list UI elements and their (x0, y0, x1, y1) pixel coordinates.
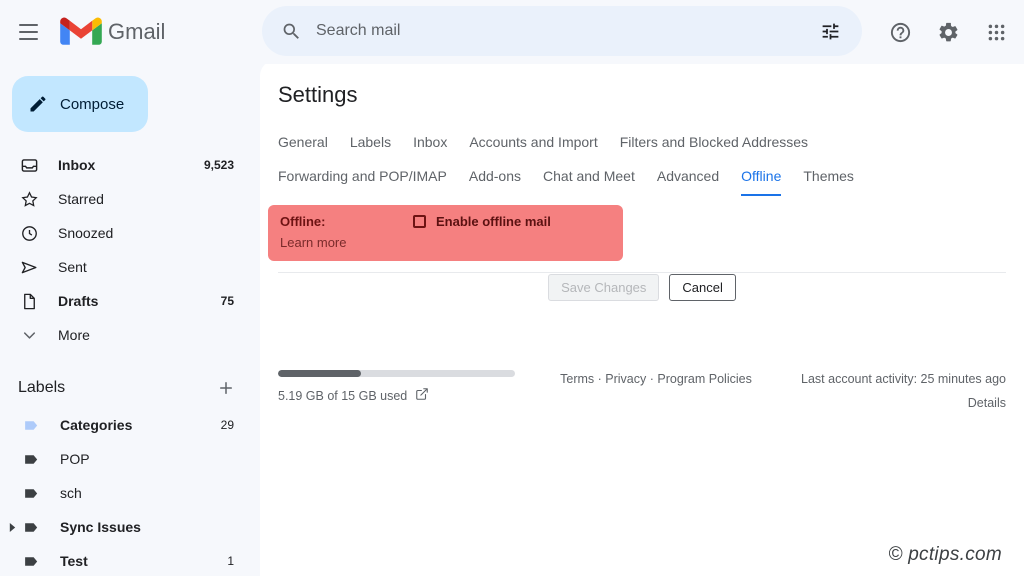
clock-icon (18, 224, 40, 243)
sidebar-label-text: Test (60, 553, 227, 569)
star-icon (18, 190, 40, 209)
gmail-settings-page: Gmail (0, 0, 1024, 576)
sidebar-label-categories[interactable]: Categories 29 (0, 408, 250, 442)
pencil-icon (28, 94, 48, 114)
label-tag-icon (20, 417, 42, 434)
top-bar: Gmail (0, 0, 1024, 64)
sidebar-label-count: 29 (221, 418, 234, 432)
tab-forwarding-and-pop-imap[interactable]: Forwarding and POP/IMAP (278, 160, 447, 196)
label-tag-icon (20, 553, 42, 570)
label-tag-icon (20, 485, 42, 502)
sidebar-label-sync-issues[interactable]: Sync Issues (0, 510, 250, 544)
footer: 5.19 GB of 15 GB used Terms · Privacy · … (260, 370, 1024, 410)
brand-name: Gmail (108, 19, 165, 45)
storage-bar-track (278, 370, 515, 377)
labels-list: Categories 29 POP sch (0, 408, 260, 576)
offline-label-group: Offline: Learn more (268, 213, 413, 250)
help-icon[interactable] (878, 10, 922, 54)
sidebar-label-text: sch (60, 485, 234, 501)
learn-more-link[interactable]: Learn more (280, 235, 413, 250)
settings-panel: Settings General Labels Inbox Accounts a… (260, 60, 1024, 576)
tab-labels[interactable]: Labels (350, 126, 391, 160)
chevron-right-icon[interactable] (6, 523, 18, 532)
section-divider (278, 272, 1006, 273)
tab-chat-and-meet[interactable]: Chat and Meet (543, 160, 635, 196)
save-changes-button[interactable]: Save Changes (548, 274, 659, 301)
enable-offline-label: Enable offline mail (436, 214, 551, 229)
compose-label: Compose (60, 96, 124, 113)
gmail-logo-icon (60, 16, 102, 48)
last-activity-text: Last account activity: 25 minutes ago (801, 372, 1006, 386)
sidebar-item-count: 75 (221, 294, 234, 308)
enable-offline-checkbox[interactable] (413, 215, 426, 228)
sidebar-item-sent[interactable]: Sent (0, 250, 250, 284)
offline-label: Offline: (280, 214, 326, 229)
sidebar-nav: Inbox 9,523 Starred Snoozed (0, 148, 260, 352)
page-title: Settings (278, 82, 1024, 108)
top-actions (878, 0, 1018, 64)
footer-links[interactable]: Terms · Privacy · Program Policies (536, 370, 776, 386)
sidebar-item-label: Snoozed (58, 225, 234, 241)
sidebar-label-count: 1 (227, 554, 234, 568)
compose-button[interactable]: Compose (12, 76, 148, 132)
storage-group: 5.19 GB of 15 GB used (278, 370, 536, 404)
send-icon (18, 258, 40, 277)
tab-add-ons[interactable]: Add-ons (469, 160, 521, 196)
label-tag-icon (20, 451, 42, 468)
sidebar-item-snoozed[interactable]: Snoozed (0, 216, 250, 250)
details-link[interactable]: Details (776, 396, 1006, 410)
sidebar-item-count: 9,523 (204, 158, 234, 172)
storage-text-group: 5.19 GB of 15 GB used (278, 387, 536, 404)
tune-icon[interactable] (812, 13, 848, 49)
sidebar-item-label: Drafts (58, 293, 221, 309)
tab-offline[interactable]: Offline (741, 160, 781, 196)
storage-used-text: 5.19 GB of 15 GB used (278, 389, 407, 403)
sidebar-item-label: Inbox (58, 157, 204, 173)
tab-themes[interactable]: Themes (803, 160, 854, 196)
tab-inbox[interactable]: Inbox (413, 126, 447, 160)
gmail-brand[interactable]: Gmail (60, 16, 165, 48)
storage-bar-fill (278, 370, 361, 377)
hamburger-icon[interactable] (8, 12, 48, 52)
tab-general[interactable]: General (278, 126, 328, 160)
sidebar-label-text: Sync Issues (60, 519, 234, 535)
sidebar-item-drafts[interactable]: Drafts 75 (0, 284, 250, 318)
gear-icon[interactable] (926, 10, 970, 54)
cancel-button[interactable]: Cancel (669, 274, 735, 301)
watermark: © pctips.com (888, 544, 1002, 566)
search-input[interactable] (310, 22, 812, 40)
sidebar-label-text: POP (60, 451, 234, 467)
sidebar-item-inbox[interactable]: Inbox 9,523 (0, 148, 250, 182)
tab-advanced[interactable]: Advanced (657, 160, 719, 196)
sidebar-label-sch[interactable]: sch (0, 476, 250, 510)
inbox-icon (18, 156, 40, 175)
enable-offline-group: Enable offline mail (413, 213, 551, 229)
external-link-icon[interactable] (415, 387, 429, 404)
sidebar-item-label: More (58, 327, 234, 343)
sidebar-item-more[interactable]: More (0, 318, 250, 352)
search-bar[interactable] (262, 6, 862, 56)
search-icon[interactable] (272, 12, 310, 50)
action-buttons: Save Changes Cancel (260, 274, 1024, 301)
tab-accounts-and-import[interactable]: Accounts and Import (469, 126, 597, 160)
apps-grid-icon[interactable] (974, 10, 1018, 54)
labels-title: Labels (18, 379, 214, 397)
account-activity: Last account activity: 25 minutes ago De… (776, 370, 1006, 410)
sidebar: Compose Inbox 9,523 Sta (0, 64, 260, 576)
offline-setting-row: Offline: Learn more Enable offline mail (268, 205, 623, 261)
sidebar-item-label: Sent (58, 259, 234, 275)
label-tag-icon (20, 519, 42, 536)
sidebar-label-text: Categories (60, 417, 221, 433)
labels-header: Labels (0, 368, 260, 408)
sidebar-item-starred[interactable]: Starred (0, 182, 250, 216)
settings-tabs: General Labels Inbox Accounts and Import… (278, 126, 978, 196)
chevron-down-icon (18, 326, 40, 345)
tab-filters-and-blocked-addresses[interactable]: Filters and Blocked Addresses (620, 126, 808, 160)
sidebar-item-label: Starred (58, 191, 234, 207)
sidebar-label-test[interactable]: Test 1 (0, 544, 250, 576)
plus-icon[interactable] (214, 376, 238, 400)
draft-icon (18, 292, 40, 311)
sidebar-label-pop[interactable]: POP (0, 442, 250, 476)
